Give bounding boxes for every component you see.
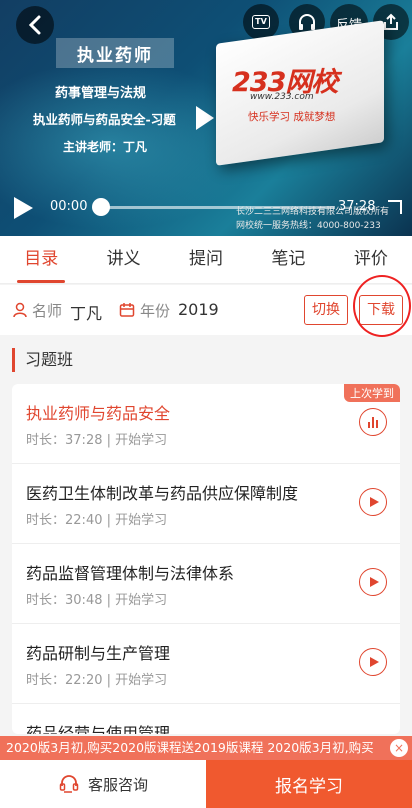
- section-title: 习题班: [12, 348, 73, 372]
- play-icon: [370, 657, 379, 667]
- play-icon: [370, 577, 379, 587]
- headphones-icon: [299, 14, 315, 30]
- total-time: 37:28: [338, 199, 376, 214]
- tab-reviews[interactable]: 评价: [330, 236, 412, 283]
- watermark-hotline: 网校统一服务热线：4000-800-233: [236, 221, 381, 231]
- tab-questions[interactable]: 提问: [165, 236, 247, 283]
- bottom-bar: 客服咨询 报名学习: [0, 760, 412, 808]
- back-arrow-icon: [28, 15, 41, 35]
- teacher-name: 丁凡: [70, 304, 103, 323]
- share-icon: [384, 13, 398, 30]
- brand-slogan: 快乐学习 成就梦想: [248, 111, 336, 123]
- last-studied-badge: 上次学到: [344, 384, 400, 402]
- play-lesson-button[interactable]: [359, 488, 387, 516]
- customer-service-label: 客服咨询: [87, 775, 148, 794]
- lesson-item[interactable]: 药品研制与生产管理 时长：22:20 | 开始学习: [12, 624, 400, 704]
- switch-button[interactable]: 切换: [304, 295, 348, 325]
- video-teacher: 主讲老师：丁凡: [63, 140, 148, 154]
- close-icon[interactable]: ×: [390, 739, 408, 757]
- now-playing-button[interactable]: [359, 408, 387, 436]
- lesson-list: 上次学到 执业药师与药品安全 时长：37:28 | 开始学习 医药卫生体制改革与…: [12, 384, 400, 734]
- lesson-title: 药品监督管理体制与法律体系: [26, 564, 235, 583]
- customer-service-button[interactable]: 客服咨询: [0, 760, 206, 808]
- lesson-item[interactable]: 药品监督管理体制与法律体系 时长：30:48 | 开始学习: [12, 544, 400, 624]
- video-player[interactable]: TV 反馈 执业药师 药事管理与法规 执业药师与药品安全-习题 主讲老师：丁凡 …: [0, 0, 412, 236]
- lesson-item[interactable]: 上次学到 执业药师与药品安全 时长：37:28 | 开始学习: [12, 384, 400, 464]
- lesson-meta: 时长：22:20 | 开始学习: [26, 673, 168, 688]
- lesson-item[interactable]: 药品经营与使用管理: [12, 704, 400, 734]
- current-time: 00:00: [50, 199, 88, 214]
- lesson-title: 药品研制与生产管理: [26, 644, 171, 663]
- promo-marquee[interactable]: 2020版3月初,购买2020版课程送2019版课程 2020版3月初,购买: [0, 736, 412, 760]
- video-lesson-name: 执业药师与药品安全-习题: [33, 112, 176, 127]
- brand-url: www.233.com: [250, 92, 314, 102]
- progress-knob[interactable]: [92, 198, 110, 216]
- lesson-meta: 时长：30:48 | 开始学习: [26, 593, 168, 608]
- tab-notes[interactable]: 笔记: [247, 236, 329, 283]
- highlight-circle-annotation: [353, 275, 411, 337]
- lesson-item[interactable]: 医药卫生体制改革与药品供应保障制度 时长：22:40 | 开始学习: [12, 464, 400, 544]
- course-info-row: 名师 丁凡 年份 2019 切换 下载: [0, 285, 412, 335]
- tab-catalog[interactable]: 目录: [0, 236, 82, 283]
- play-button[interactable]: [14, 197, 33, 219]
- year-value: 2019: [178, 300, 219, 319]
- tab-bar: 目录 讲义 提问 笔记 评价: [0, 236, 412, 284]
- tab-notes-handout[interactable]: 讲义: [82, 236, 164, 283]
- equalizer-icon: [368, 417, 379, 428]
- play-lesson-button[interactable]: [359, 648, 387, 676]
- teacher-label: 名师: [32, 302, 63, 320]
- video-course-title: 执业药师: [56, 38, 174, 68]
- lesson-meta: 时长：37:28 | 开始学习: [26, 433, 168, 448]
- back-button[interactable]: [16, 6, 54, 44]
- teacher-icon: [13, 302, 27, 318]
- play-icon: [370, 497, 379, 507]
- headset-icon: [59, 775, 79, 793]
- lesson-title: 医药卫生体制改革与药品供应保障制度: [26, 484, 299, 503]
- play-lesson-button[interactable]: [359, 568, 387, 596]
- lesson-meta: 时长：22:40 | 开始学习: [26, 513, 168, 528]
- lesson-title: 执业药师与药品安全: [26, 404, 171, 423]
- year-label: 年份: [140, 302, 171, 320]
- lesson-title: 药品经营与使用管理: [26, 724, 171, 734]
- tv-icon: TV: [252, 15, 270, 29]
- signup-button[interactable]: 报名学习: [206, 760, 412, 808]
- calendar-icon: [119, 303, 135, 317]
- fullscreen-icon[interactable]: [388, 200, 402, 214]
- video-subject: 药事管理与法规: [55, 86, 147, 101]
- play-arrow-icon: [196, 106, 214, 130]
- app-root: TV 反馈 执业药师 药事管理与法规 执业药师与药品安全-习题 主讲老师：丁凡 …: [0, 0, 412, 808]
